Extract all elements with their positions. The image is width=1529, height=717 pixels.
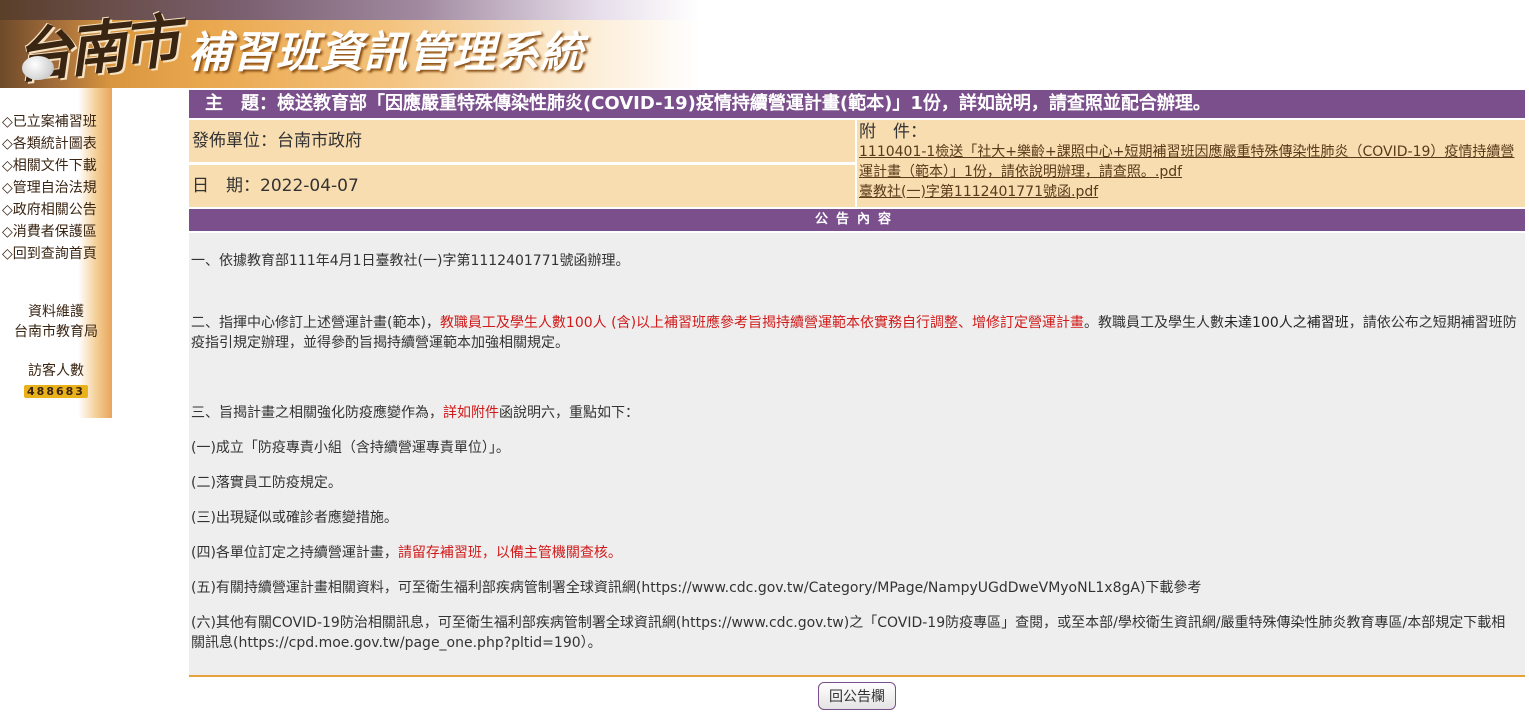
point-4: (四)各單位訂定之持續營運計畫，請留存補習班，以備主管機關查核。 bbox=[191, 543, 1519, 563]
notice-meta: 發佈單位：台南市政府 日 期：2022-04-07 bbox=[189, 120, 855, 207]
point-4-text: (四)各單位訂定之持續營運計畫， bbox=[191, 545, 398, 561]
paragraph-2: 二、指揮中心修訂上述營運計畫(範本)，教職員工及學生人數100人 (含)以上補習… bbox=[191, 313, 1519, 353]
notice-subject: 主 題：檢送教育部「因應嚴重特殊傳染性肺炎(COVID-19)疫情持續營運計畫(… bbox=[189, 90, 1525, 118]
paragraph-2-text: 。教職員工及學生人數 bbox=[1084, 315, 1225, 331]
section-title: 公告內容 bbox=[189, 209, 1525, 231]
city-logo: 台南市 bbox=[11, 6, 180, 92]
paragraph-1: 一、依據教育部111年4月1日臺教社(一)字第1112401771號函辦理。 bbox=[191, 253, 630, 269]
visitor-block: 訪客人數 488683 bbox=[0, 361, 112, 401]
sidebar-item-registered-schools[interactable]: ◇已立案補習班 bbox=[2, 111, 97, 133]
sidebar-nav: ◇已立案補習班 ◇各類統計圖表 ◇相關文件下載 ◇管理自治法規 ◇政府相關公告 … bbox=[2, 111, 97, 265]
attachment-link[interactable]: 臺教社(一)字第1112401771號函.pdf bbox=[859, 182, 1519, 202]
back-to-bulletin-button[interactable]: 回公告欄 bbox=[818, 682, 896, 710]
attachments-cell: 附 件： 1110401-1檢送「社大+樂齡+課照中心+短期補習班因應嚴重特殊傳… bbox=[857, 120, 1525, 207]
emphasis-text: 未達100人之補習班 bbox=[1224, 315, 1349, 331]
notice-panel: 主 題：檢送教育部「因應嚴重特殊傳染性肺炎(COVID-19)疫情持續營運計畫(… bbox=[189, 90, 1525, 677]
point-2: (二)落實員工防疫規定。 bbox=[191, 475, 342, 491]
sidebar-item-downloads[interactable]: ◇相關文件下載 bbox=[2, 155, 97, 177]
visitor-label: 訪客人數 bbox=[28, 363, 84, 379]
notice-date: 日 期：2022-04-07 bbox=[189, 165, 855, 207]
sidebar-item-regulations[interactable]: ◇管理自治法規 bbox=[2, 177, 97, 199]
paragraph-3-text: 函說明六，重點如下： bbox=[499, 405, 639, 421]
point-6: (六)其他有關COVID-19防治相關訊息，可至衛生福利部疾病管制署全球資訊網(… bbox=[191, 615, 1506, 651]
paragraph-3-text: 三、旨揭計畫之相關強化防疫應變作為， bbox=[191, 405, 443, 421]
system-title: 補習班資訊管理系統 bbox=[188, 28, 584, 78]
highlight-text: 請留存補習班，以備主管機關查核。 bbox=[397, 545, 622, 561]
point-5: (五)有關持續營運計畫相關資料，可至衛生福利部疾病管制署全球資訊網(https:… bbox=[191, 580, 1202, 596]
header-banner: 台南市 補習班資訊管理系統 bbox=[0, 0, 700, 91]
point-1: (一)成立「防疫專責小組（含持續營運專責單位）」。 bbox=[191, 440, 510, 456]
sidebar-item-consumer-protection[interactable]: ◇消費者保護區 bbox=[2, 221, 97, 243]
notice-content: 一、依據教育部111年4月1日臺教社(一)字第1112401771號函辦理。 二… bbox=[189, 233, 1525, 677]
sidebar-item-home[interactable]: ◇回到查詢首頁 bbox=[2, 243, 97, 265]
attachment-label: 附 件： bbox=[859, 122, 927, 142]
issuer: 發佈單位：台南市政府 bbox=[189, 120, 855, 162]
sidebar-item-statistics[interactable]: ◇各類統計圖表 bbox=[2, 133, 97, 155]
notice-info: 發佈單位：台南市政府 日 期：2022-04-07 附 件： 1110401-1… bbox=[189, 120, 1525, 207]
maintainer-name: 台南市教育局 bbox=[14, 324, 98, 340]
maintainer-label: 資料維護 bbox=[28, 304, 84, 320]
visitor-counter: 488683 bbox=[24, 385, 88, 398]
mouse-icon bbox=[22, 56, 54, 80]
attachment-link[interactable]: 1110401-1檢送「社大+樂齡+課照中心+短期補習班因應嚴重特殊傳染性肺炎（… bbox=[859, 142, 1519, 182]
highlight-text: 教職員工及學生人數100人 (含)以上補習班應參考旨揭持續營運範本依實務自行調整… bbox=[439, 315, 1085, 331]
sidebar-item-announcements[interactable]: ◇政府相關公告 bbox=[2, 199, 97, 221]
highlight-text: 詳如附件 bbox=[443, 405, 499, 421]
paragraph-3: 三、旨揭計畫之相關強化防疫應變作為，詳如附件函說明六，重點如下： bbox=[191, 403, 1519, 423]
maintainer-block: 資料維護 台南市教育局 bbox=[0, 302, 112, 342]
paragraph-2-text: 二、指揮中心修訂上述營運計畫(範本)， bbox=[191, 315, 440, 331]
point-3: (三)出現疑似或確診者應變措施。 bbox=[191, 510, 398, 526]
